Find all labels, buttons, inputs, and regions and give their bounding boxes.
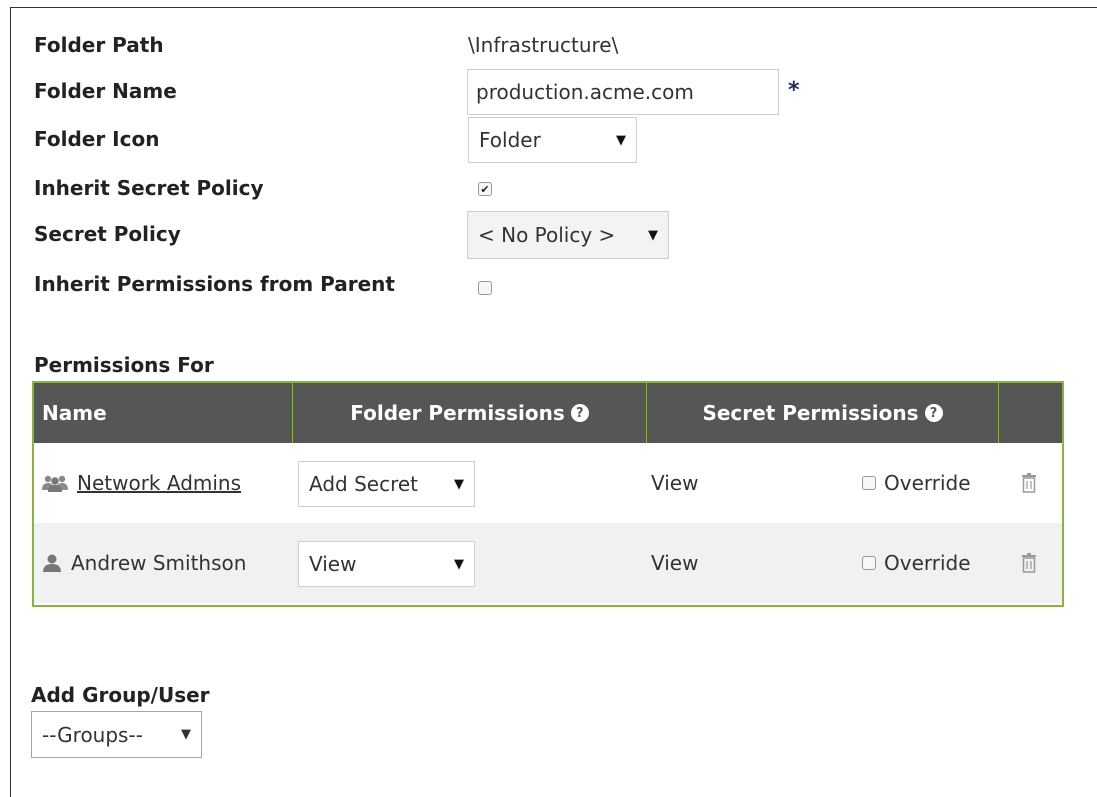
column-header-actions [998,383,1062,443]
override-checkbox[interactable] [862,476,876,490]
help-icon[interactable]: ? [924,404,943,422]
name-cell: Network Admins [42,443,241,523]
folder-permission-select-value: Add Secret [309,472,419,496]
folder-icon-select[interactable]: Folder ▼ [468,117,637,163]
folder-path-label: Folder Path [34,33,164,57]
folder-permission-select[interactable]: View ▼ [298,541,475,587]
column-header-folder-permissions: Folder Permissions ? [292,383,646,443]
trash-icon[interactable] [1021,473,1037,493]
chevron-down-icon: ▼ [616,132,626,148]
secret-policy-select[interactable]: < No Policy > ▼ [467,211,669,259]
name-cell: Andrew Smithson [42,523,246,603]
group-name-link[interactable]: Network Admins [77,471,241,495]
override-cell: Override [862,523,971,603]
table-row: Andrew Smithson View ▼ View Override [34,523,1062,603]
table-header: Name Folder Permissions ? Secret Permiss… [34,383,1062,443]
groups-select-value: --Groups-- [42,722,143,747]
permissions-for-title: Permissions For [34,353,214,377]
user-icon [43,554,61,572]
table-row: Network Admins Add Secret ▼ View Overrid… [34,443,1062,523]
secret-policy-label: Secret Policy [34,222,181,246]
add-group-user-title: Add Group/User [31,683,210,707]
trash-icon[interactable] [1021,553,1037,573]
folder-icon-select-value: Folder [479,128,541,152]
inherit-permissions-label: Inherit Permissions from Parent [34,272,395,296]
permissions-table: Name Folder Permissions ? Secret Permiss… [32,381,1064,607]
folder-path-value: \Infrastructure\ [468,33,619,57]
column-header-secret-permissions: Secret Permissions ? [646,383,998,443]
secret-policy-select-value: < No Policy > [478,223,616,247]
secret-permission-value: View [651,551,699,575]
inherit-secret-policy-checkbox[interactable]: ✔ [478,182,492,196]
checkmark-icon: ✔ [480,182,490,196]
folder-name-label: Folder Name [34,79,177,103]
override-cell: Override [862,443,971,523]
override-label: Override [884,471,971,495]
folder-icon-label: Folder Icon [34,127,160,151]
help-icon[interactable]: ? [570,404,589,422]
folder-permission-select-value: View [309,552,357,576]
inherit-secret-policy-label: Inherit Secret Policy [34,176,264,200]
column-header-name: Name [42,401,107,425]
override-checkbox[interactable] [862,556,876,570]
chevron-down-icon: ▼ [454,556,464,572]
secret-permission-value: View [651,471,699,495]
chevron-down-icon: ▼ [648,227,658,243]
user-name: Andrew Smithson [71,551,247,575]
folder-name-input[interactable]: production.acme.com [467,69,779,115]
folder-permission-select[interactable]: Add Secret ▼ [298,461,475,507]
inherit-permissions-checkbox[interactable] [478,281,492,295]
override-label: Override [884,551,971,575]
groups-select[interactable]: --Groups-- ▼ [31,711,202,758]
chevron-down-icon: ▼ [181,727,191,742]
chevron-down-icon: ▼ [454,476,464,492]
required-star: * [788,78,800,103]
group-icon [42,475,68,492]
